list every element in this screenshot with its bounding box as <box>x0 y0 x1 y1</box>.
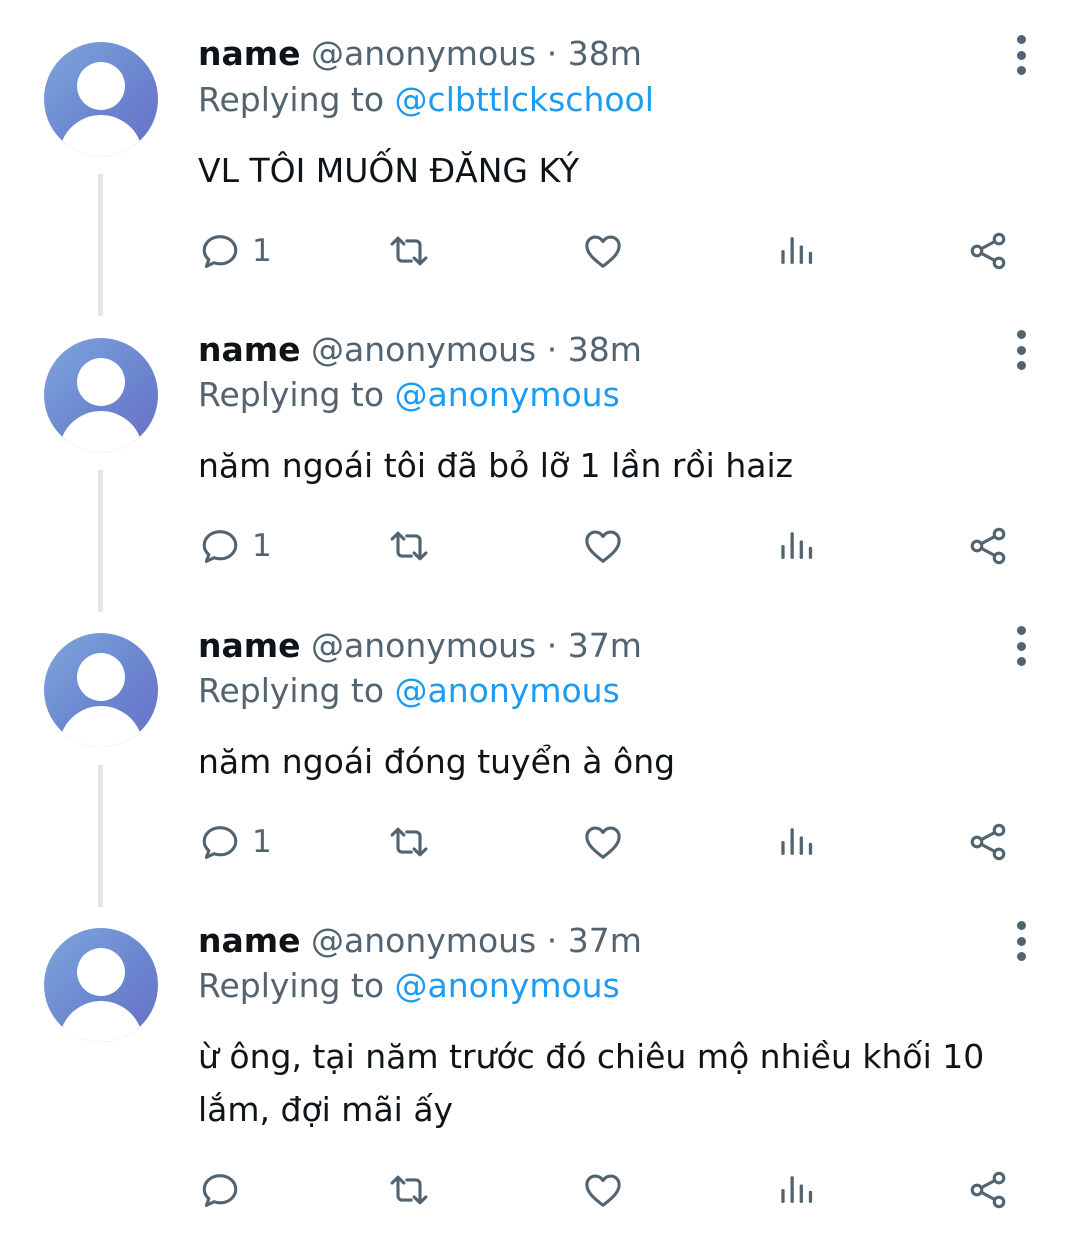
views-icon <box>781 532 813 559</box>
display-name[interactable]: name <box>198 330 301 369</box>
reply-button[interactable]: 1 <box>198 226 272 276</box>
replying-prefix: Replying to <box>198 671 395 710</box>
views-button[interactable] <box>774 226 818 276</box>
reply-icon <box>202 826 238 859</box>
like-button[interactable] <box>581 521 625 571</box>
mention-link[interactable]: @anonymous <box>395 671 620 710</box>
more-options-icon[interactable] <box>1005 919 1037 963</box>
share-button[interactable] <box>966 226 1010 276</box>
avatar[interactable] <box>44 42 158 156</box>
reply-count: 1 <box>252 824 272 860</box>
handle-and-time: @anonymous · 37m <box>311 626 642 665</box>
share-button[interactable] <box>966 1165 1010 1215</box>
views-icon <box>781 1176 813 1203</box>
tweet-text: ừ ông, tại năm trước đó chiêu mộ nhiều k… <box>198 1037 985 1129</box>
retweet-button[interactable] <box>387 521 431 571</box>
views-button[interactable] <box>774 817 818 867</box>
reply-button[interactable]: 1 <box>198 521 272 571</box>
reply-button[interactable]: 1 <box>198 817 272 867</box>
replying-prefix: Replying to <box>198 375 395 414</box>
reply-icon <box>202 530 238 563</box>
like-button[interactable] <box>581 226 625 276</box>
reply-count: 1 <box>252 528 272 564</box>
share-icon <box>970 823 1006 861</box>
retweet-icon <box>390 827 428 857</box>
reply-count: 1 <box>252 233 272 269</box>
tweet-header: name @anonymous · 38m <box>198 330 642 370</box>
retweet-icon <box>390 531 428 561</box>
retweet-button[interactable] <box>387 1165 431 1215</box>
display-name[interactable]: name <box>198 626 301 665</box>
handle-and-time: @anonymous · 38m <box>311 330 642 369</box>
like-button[interactable] <box>581 817 625 867</box>
tweet-actions: 1 <box>0 521 1080 571</box>
share-icon <box>970 527 1006 565</box>
handle-and-time: @anonymous · 37m <box>311 921 642 960</box>
retweet-icon <box>390 1175 428 1205</box>
avatar[interactable] <box>44 633 158 747</box>
more-options-icon[interactable] <box>1005 328 1037 372</box>
tweet-actions <box>0 1165 1080 1215</box>
tweet-text: VL TÔI MUỐN ĐĂNG KÝ <box>198 151 580 190</box>
reply-icon <box>202 235 238 268</box>
reply-button[interactable] <box>198 1165 252 1215</box>
tweet-actions: 1 <box>0 226 1080 276</box>
views-icon <box>781 237 813 264</box>
views-button[interactable] <box>774 1165 818 1215</box>
mention-link[interactable]: @anonymous <box>395 375 620 414</box>
display-name[interactable]: name <box>198 921 301 960</box>
share-button[interactable] <box>966 817 1010 867</box>
tweet-actions: 1 <box>0 817 1080 867</box>
reply-thread: name @anonymous · 38m Replying to @clbtt… <box>0 0 1080 1234</box>
views-button[interactable] <box>774 521 818 571</box>
heart-icon <box>585 530 621 563</box>
more-options-icon[interactable] <box>1005 624 1037 668</box>
retweet-icon <box>390 236 428 266</box>
share-icon <box>970 1171 1006 1209</box>
replying-to: Replying to @anonymous <box>198 966 620 1006</box>
reply-icon <box>202 1174 238 1207</box>
tweet-header: name @anonymous · 37m <box>198 921 642 961</box>
mention-link[interactable]: @anonymous <box>395 966 620 1005</box>
more-options-icon[interactable] <box>1005 33 1037 77</box>
share-icon <box>970 232 1006 270</box>
tweet-text: năm ngoái đóng tuyển à ông <box>198 742 676 781</box>
display-name[interactable]: name <box>198 34 301 73</box>
retweet-button[interactable] <box>387 226 431 276</box>
heart-icon <box>585 1174 621 1207</box>
replying-to: Replying to @anonymous <box>198 375 620 415</box>
handle-and-time: @anonymous · 38m <box>311 34 642 73</box>
like-button[interactable] <box>581 1165 625 1215</box>
views-icon <box>781 828 813 855</box>
mention-link[interactable]: @clbttlckschool <box>395 80 654 119</box>
retweet-button[interactable] <box>387 817 431 867</box>
share-button[interactable] <box>966 521 1010 571</box>
replying-prefix: Replying to <box>198 966 395 1005</box>
replying-to: Replying to @clbttlckschool <box>198 80 654 120</box>
heart-icon <box>585 826 621 859</box>
avatar[interactable] <box>44 338 158 452</box>
tweet-text: năm ngoái tôi đã bỏ lỡ 1 lần rồi haiz <box>198 446 793 485</box>
heart-icon <box>585 235 621 268</box>
avatar[interactable] <box>44 928 158 1042</box>
tweet-header: name @anonymous · 38m <box>198 34 642 74</box>
replying-to: Replying to @anonymous <box>198 671 620 711</box>
replying-prefix: Replying to <box>198 80 395 119</box>
tweet-header: name @anonymous · 37m <box>198 626 642 666</box>
